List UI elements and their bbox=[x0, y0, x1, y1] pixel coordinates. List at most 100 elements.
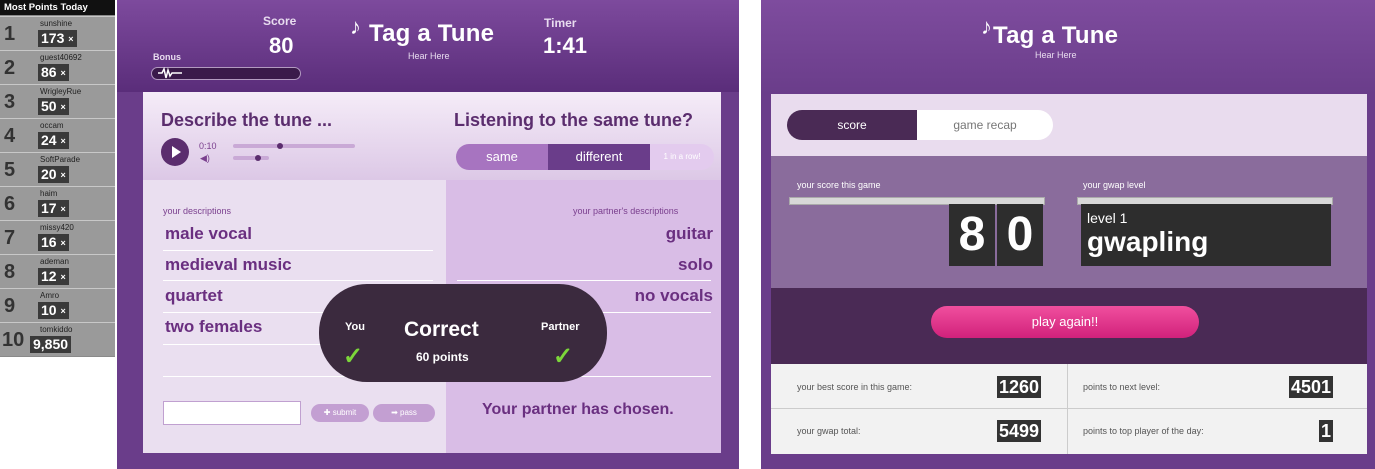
leaderboard-username: SoftParade bbox=[40, 155, 81, 164]
listening-heading: Listening to the same tune? bbox=[454, 110, 694, 130]
your-description-item: medieval music bbox=[165, 255, 292, 274]
leaderboard-row: 10 tomkiddo 9,850 bbox=[0, 322, 115, 356]
waveform-icon bbox=[158, 67, 182, 79]
volume-slider[interactable] bbox=[233, 155, 269, 161]
play-button[interactable] bbox=[161, 138, 189, 166]
score-digit: 0 bbox=[997, 204, 1043, 266]
leaderboard-row: 3 WrigleyRue 50 × bbox=[0, 84, 115, 118]
you-check-icon: ✓ bbox=[343, 343, 364, 370]
pass-button[interactable]: ➡ pass bbox=[373, 404, 435, 422]
partner-descriptions-label: your partner's descriptions bbox=[573, 206, 679, 216]
leaderboard-points-value: 86 bbox=[41, 64, 57, 80]
partner-description-item: solo bbox=[678, 255, 713, 274]
score-this-game-label: your score this game bbox=[797, 180, 881, 190]
description-input[interactable] bbox=[163, 401, 301, 425]
leaderboard-username: Amro bbox=[40, 291, 60, 300]
stats-section bbox=[771, 364, 1367, 454]
leaderboard-title: Most Points Today bbox=[0, 0, 115, 15]
leaderboard-username: WrigleyRue bbox=[40, 87, 82, 96]
leaderboard-points-value: 50 bbox=[41, 98, 57, 114]
volume-icon: ◀) bbox=[200, 153, 210, 163]
leaderboard-rank: 1 bbox=[4, 23, 16, 45]
play-again-button[interactable]: play again!! bbox=[931, 306, 1199, 338]
timer-label: Timer bbox=[544, 16, 577, 30]
leaderboard-points-value: 16 bbox=[41, 234, 57, 250]
leaderboard-points: 50 × bbox=[38, 98, 69, 115]
result-title: Correct bbox=[404, 318, 479, 341]
multiplier-icon: × bbox=[60, 169, 66, 180]
leaderboard-username: ademan bbox=[40, 257, 69, 266]
progress-slider[interactable] bbox=[233, 143, 355, 149]
stat-label: points to top player of the day: bbox=[1083, 426, 1204, 436]
leaderboard-username: sunshine bbox=[40, 19, 73, 28]
leaderboard-points-value: 20 bbox=[41, 166, 57, 182]
score-counter: 8 0 bbox=[949, 204, 1045, 266]
player-time: 0:10 bbox=[199, 141, 217, 151]
stat-value: 4501 bbox=[1288, 376, 1333, 398]
leaderboard-username: guest40692 bbox=[40, 53, 82, 62]
leaderboard-row: 8 ademan 12 × bbox=[0, 254, 115, 288]
multiplier-icon: × bbox=[60, 101, 66, 112]
level-number: level 1 bbox=[1087, 210, 1128, 226]
stat-value: 5499 bbox=[996, 420, 1041, 442]
partner-description-item: no vocals bbox=[634, 286, 713, 305]
leaderboard-points-value: 17 bbox=[41, 200, 57, 216]
bonus-label: Bonus bbox=[153, 52, 181, 62]
leaderboard-points-value: 173 bbox=[41, 30, 65, 46]
logo-tagline: Hear Here bbox=[1035, 50, 1077, 60]
app-logo: Tag a Tune bbox=[369, 20, 495, 47]
partner-status: Your partner has chosen. bbox=[482, 401, 674, 418]
gwap-level-label: your gwap level bbox=[1083, 180, 1146, 190]
leaderboard-points-value: 12 bbox=[41, 268, 57, 284]
score-label: Score bbox=[263, 14, 297, 28]
leaderboard-rank: 8 bbox=[4, 261, 16, 283]
stat-value: 1260 bbox=[996, 376, 1041, 398]
stat-value-digits: 1 bbox=[1318, 420, 1333, 442]
leaderboard-points: 16 × bbox=[38, 234, 69, 251]
leaderboard-row: 5 SoftParade 20 × bbox=[0, 152, 115, 186]
play-icon bbox=[172, 146, 181, 158]
timer-value: 1:41 bbox=[543, 33, 588, 58]
leaderboard-row: 9 Amro 10 × bbox=[0, 288, 115, 322]
leaderboard-points: 10 × bbox=[38, 302, 69, 319]
submit-button[interactable]: ✚ submit bbox=[311, 404, 369, 422]
your-description-item: two females bbox=[165, 317, 263, 336]
leaderboard-row: 2 guest40692 86 × bbox=[0, 50, 115, 84]
describe-heading: Describe the tune ... bbox=[161, 110, 333, 130]
tab-score[interactable]: score bbox=[787, 110, 917, 140]
plus-icon: ✚ bbox=[323, 408, 333, 417]
tab-game-recap[interactable]: game recap bbox=[917, 110, 1053, 140]
submit-label: submit bbox=[332, 408, 357, 417]
leaderboard-rank: 9 bbox=[4, 295, 16, 317]
stat-label: your best score in this game: bbox=[797, 382, 913, 392]
streak-badge: 1 in a row! bbox=[650, 144, 714, 170]
different-button[interactable]: different bbox=[548, 144, 650, 170]
partner-check-icon: ✓ bbox=[553, 343, 574, 370]
multiplier-icon: × bbox=[60, 237, 66, 248]
divider bbox=[771, 408, 1367, 409]
divider bbox=[163, 250, 433, 251]
volume-thumb[interactable] bbox=[255, 155, 261, 161]
score-digit: 8 bbox=[949, 204, 995, 266]
leaderboard-rank: 6 bbox=[4, 193, 16, 215]
game-card: Describe the tune ... 0:10 ◀) Listening … bbox=[143, 92, 721, 453]
leaderboard-rank: 10 bbox=[2, 329, 25, 351]
stat-value-digits: 1260 bbox=[996, 376, 1041, 398]
result-points: 60 points bbox=[416, 350, 469, 364]
level-name: gwapling bbox=[1087, 226, 1209, 257]
leaderboard-username: missy420 bbox=[40, 223, 74, 232]
music-note-icon: ♪ bbox=[981, 14, 992, 39]
multiplier-icon: × bbox=[68, 33, 74, 44]
leaderboard-points: 173 × bbox=[38, 30, 77, 47]
progress-thumb[interactable] bbox=[277, 143, 283, 149]
level-display: level 1 gwapling bbox=[1081, 204, 1331, 266]
stat-value-digits: 4501 bbox=[1288, 376, 1333, 398]
leaderboard-row: 7 missy420 16 × bbox=[0, 220, 115, 254]
your-description-item: quartet bbox=[165, 286, 223, 305]
same-button[interactable]: same bbox=[456, 144, 548, 170]
divider bbox=[457, 280, 711, 281]
score-value: 80 bbox=[269, 33, 294, 58]
divider bbox=[1067, 364, 1068, 454]
partner-description-item: guitar bbox=[665, 224, 713, 243]
arrow-right-icon: ➡ bbox=[391, 408, 401, 417]
